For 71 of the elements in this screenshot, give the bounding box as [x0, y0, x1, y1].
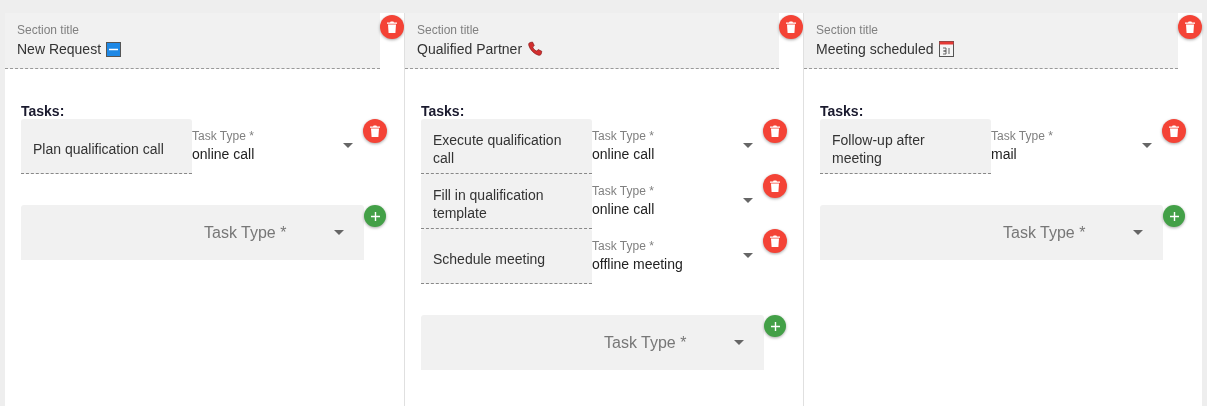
section-title: Qualified Partner	[417, 41, 523, 57]
new-task-field[interactable]: Task Type *	[820, 205, 1163, 260]
task-name-field[interactable]: Execute qualification call	[421, 119, 592, 174]
task-name-field[interactable]: Schedule meeting	[421, 229, 592, 284]
delete-section-button[interactable]	[380, 15, 404, 39]
task-type-select[interactable]: Task Type * online call	[592, 174, 763, 217]
phone-icon	[527, 41, 544, 57]
plus-icon	[1169, 211, 1179, 221]
task-type-select[interactable]: Task Type * offline meeting	[592, 229, 763, 272]
delete-task-button[interactable]	[1162, 119, 1186, 143]
dropdown-caret-icon	[743, 253, 753, 258]
section-title-field[interactable]: Section title New Request	[5, 13, 380, 69]
dropdown-caret-icon	[734, 340, 744, 345]
trash-icon	[786, 21, 796, 33]
section-title-field[interactable]: Section title Qualified Partner	[405, 13, 779, 69]
section-title: Meeting scheduled	[816, 41, 934, 57]
add-task-button[interactable]	[764, 315, 786, 337]
trash-icon	[370, 125, 380, 137]
task-type-select[interactable]: Task Type * online call	[592, 119, 763, 162]
task-type-value: offline meeting	[592, 256, 684, 272]
task-name-field[interactable]: Follow-up after meeting	[820, 119, 991, 174]
tasks-label: Tasks:	[820, 103, 865, 119]
dropdown-caret-icon	[334, 230, 344, 235]
trash-icon	[770, 125, 780, 137]
dropdown-caret-icon	[343, 143, 353, 148]
task-name-field[interactable]: Plan qualification call	[21, 119, 192, 174]
new-badge-icon	[106, 41, 122, 57]
delete-section-button[interactable]	[779, 15, 803, 39]
dropdown-caret-icon	[1133, 230, 1143, 235]
delete-task-button[interactable]	[363, 119, 387, 143]
trash-icon	[1169, 125, 1179, 137]
dropdown-caret-icon	[1142, 143, 1152, 148]
plus-icon	[370, 211, 380, 221]
task-type-select[interactable]: Task Type * mail	[991, 119, 1162, 162]
dropdown-caret-icon	[743, 198, 753, 203]
delete-task-button[interactable]	[763, 174, 787, 198]
dropdown-caret-icon	[743, 143, 753, 148]
calendar-icon	[938, 41, 954, 57]
task-type-select[interactable]: Task Type * online call	[192, 119, 363, 162]
new-task-field[interactable]: Task Type *	[421, 315, 764, 370]
section-title: New Request	[17, 41, 102, 57]
task-type-value: mail	[991, 146, 1018, 162]
field-label: Task Type *	[592, 184, 655, 198]
task-type-placeholder: Task Type *	[1003, 223, 1087, 242]
tasks-label: Tasks:	[421, 103, 466, 119]
field-label: Section title	[816, 23, 880, 37]
trash-icon	[770, 180, 780, 192]
task-type-value: online call	[592, 146, 656, 162]
field-label: Task Type *	[991, 129, 1054, 143]
delete-task-button[interactable]	[763, 119, 787, 143]
plus-icon	[770, 321, 780, 331]
task-name-field[interactable]: Fill in qualification template	[421, 174, 592, 229]
delete-section-button[interactable]	[1178, 15, 1202, 39]
add-task-button[interactable]	[364, 205, 386, 227]
field-label: Section title	[417, 23, 481, 37]
task-type-placeholder: Task Type *	[204, 223, 288, 242]
field-label: Task Type *	[592, 239, 655, 253]
task-type-value: online call	[192, 146, 256, 162]
field-label: Task Type *	[592, 129, 655, 143]
task-type-placeholder: Task Type *	[604, 333, 688, 352]
task-type-value: online call	[592, 201, 656, 217]
delete-task-button[interactable]	[763, 229, 787, 253]
trash-icon	[387, 21, 397, 33]
field-label: Task Type *	[192, 129, 255, 143]
trash-icon	[770, 235, 780, 247]
field-label: Section title	[17, 23, 81, 37]
trash-icon	[1185, 21, 1195, 33]
tasks-label: Tasks:	[21, 103, 66, 119]
section-title-field[interactable]: Section title Meeting scheduled	[804, 13, 1178, 69]
new-task-field[interactable]: Task Type *	[21, 205, 364, 260]
add-task-button[interactable]	[1163, 205, 1185, 227]
